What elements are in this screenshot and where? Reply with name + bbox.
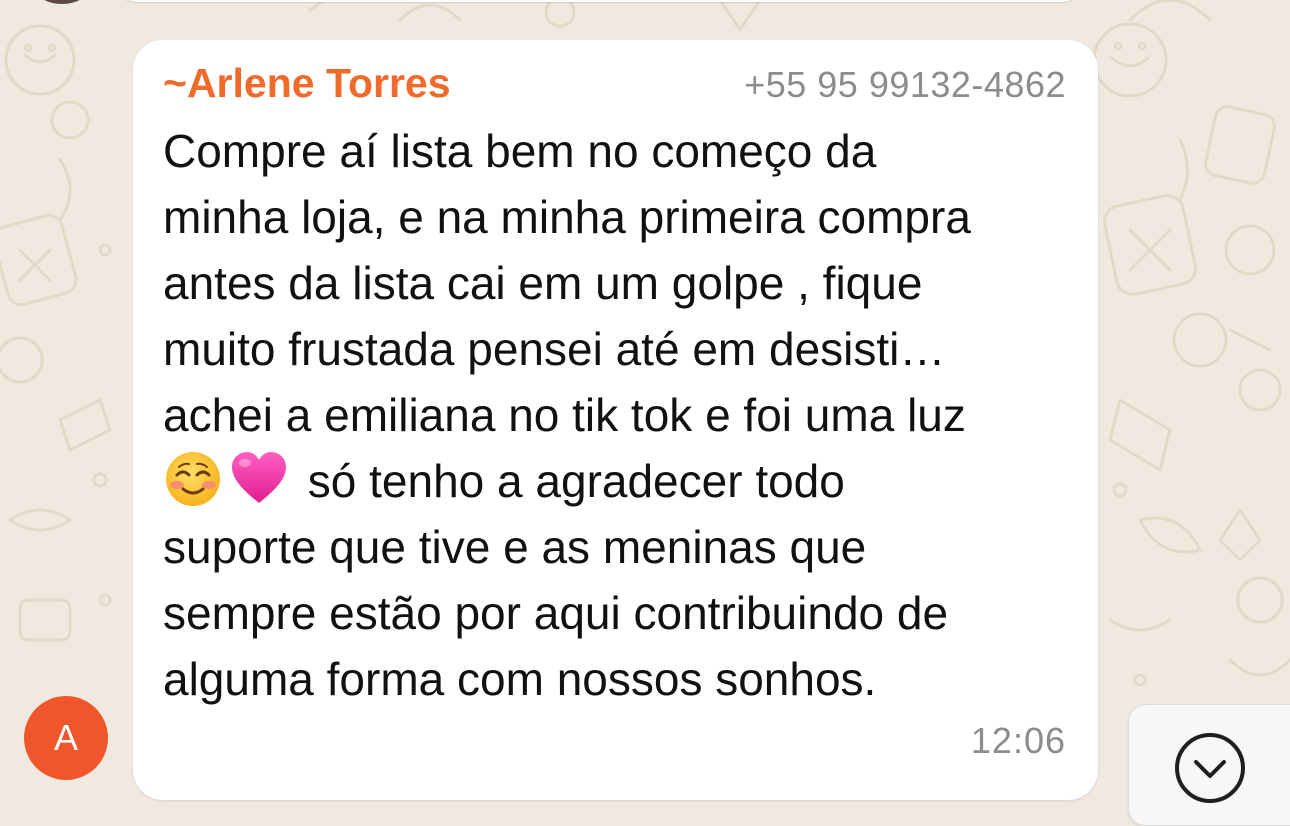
message-line-text: só tenho a agradecer todo <box>307 455 845 507</box>
sender-name-text: Arlene Torres <box>186 60 451 106</box>
message-text: Compre aí lista bem no começo da minha l… <box>163 118 1073 712</box>
message-line: minha loja, e na minha primeira compra <box>163 191 971 243</box>
message-line: suporte que tive e as meninas que <box>163 521 867 573</box>
chevron-down-icon <box>1173 731 1247 810</box>
message-line: muito frustada pensei até em desisti… <box>163 323 946 375</box>
message-line-with-emoji: só tenho a agradecer todo <box>163 448 1073 514</box>
sender-prefix: ~ <box>163 60 187 106</box>
sender-name[interactable]: ~Arlene Torres <box>163 58 451 108</box>
previous-message-bubble[interactable] <box>112 0 1087 2</box>
message-line: Compre aí lista bem no começo da <box>163 125 877 177</box>
sender-avatar[interactable]: A <box>24 696 108 780</box>
smiling-face-icon <box>163 449 223 509</box>
message-timestamp: 12:06 <box>970 720 1066 761</box>
message-line: alguma forma com nossos sonhos. <box>163 653 877 705</box>
scroll-to-bottom-button[interactable] <box>1128 704 1290 826</box>
message-bubble[interactable]: ~Arlene Torres +55 95 99132-4862 Compre … <box>133 40 1098 800</box>
message-line: achei a emiliana no tik tok e foi uma lu… <box>163 389 966 441</box>
message-line: antes da lista cai em um golpe , fique <box>163 257 923 309</box>
sender-phone[interactable]: +55 95 99132-4862 <box>744 60 1066 110</box>
sender-row: ~Arlene Torres +55 95 99132-4862 <box>163 58 1066 108</box>
pink-heart-icon <box>229 449 289 509</box>
message-line: sempre estão por aqui contribuindo de <box>163 587 949 639</box>
